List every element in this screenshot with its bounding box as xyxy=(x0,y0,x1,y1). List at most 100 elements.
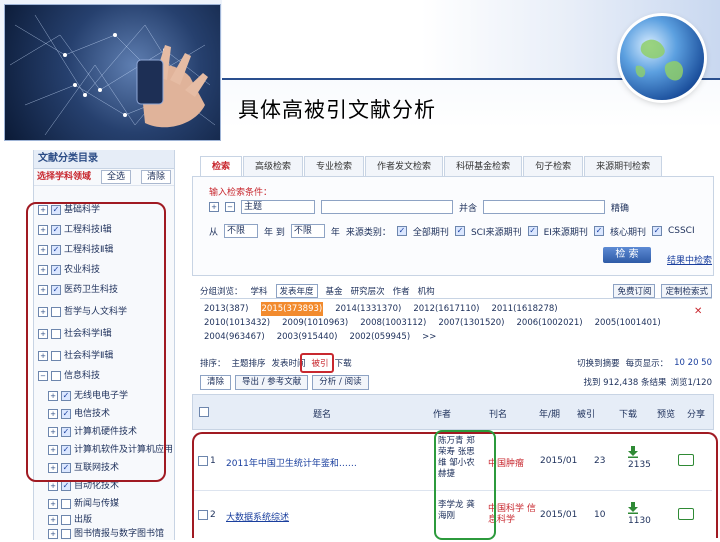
checkbox[interactable]: ✓ xyxy=(454,226,465,236)
add-row-icon[interactable]: + xyxy=(209,202,219,212)
year-row: 2010(1013432) 2009(1010963) 2008(1003112… xyxy=(204,316,704,330)
search-button[interactable]: 检 索 xyxy=(603,247,651,263)
clear-selection-button[interactable]: 清除 xyxy=(200,374,232,390)
checkbox[interactable]: ✓ xyxy=(527,226,538,236)
cited-sort-highlight xyxy=(300,353,334,373)
more-years-link[interactable]: >> xyxy=(422,330,436,344)
keyword-input[interactable] xyxy=(321,200,453,214)
header-journal[interactable]: 刊名 xyxy=(489,407,507,420)
header-share: 分享 xyxy=(687,410,706,420)
year-link[interactable]: 2003(915440) xyxy=(277,330,338,344)
results-table-header: 题名 作者 刊名 年/期 被引 下载 预览 分享 xyxy=(192,394,714,430)
from-label: 从 xyxy=(209,227,219,238)
source-option: 全部期刊 xyxy=(412,227,449,238)
sort-option[interactable]: 下载 xyxy=(335,357,352,369)
checkbox[interactable] xyxy=(61,515,71,525)
header-download[interactable]: 下载 xyxy=(619,407,637,420)
year-link[interactable]: 2013(387) xyxy=(204,302,249,316)
match-select[interactable]: 并含 xyxy=(459,201,477,214)
sidebar-subheading-row: 选择学科领域 全选 清除 xyxy=(34,169,174,186)
close-icon[interactable]: ✕ xyxy=(694,306,702,317)
year-link[interactable]: 2004(963467) xyxy=(204,330,265,344)
group-right-actions: 免费订阅 定制检索式 xyxy=(613,284,712,298)
checkbox[interactable]: ✓ xyxy=(61,481,71,491)
tab-author[interactable]: 作者发文检索 xyxy=(365,156,444,176)
year-link[interactable]: 2002(059945) xyxy=(349,330,410,344)
header-preview: 预览 xyxy=(657,410,676,420)
precision-select[interactable]: 精确 xyxy=(611,201,629,214)
to-year-select[interactable]: 不限 xyxy=(290,224,325,238)
group-browse-bar: 分组浏览： 学科 发表年度 基金 研究层次 作者 机构 免费订阅 定制检索式 xyxy=(200,284,712,299)
result-count: 找到 912,438 条结果 xyxy=(583,378,667,388)
year-link[interactable]: 2011(1618278) xyxy=(491,302,557,316)
select-all-checkbox[interactable] xyxy=(199,407,209,417)
year-row: 2004(963467) 2003(915440) 2002(059945) >… xyxy=(204,330,704,344)
tab-advanced[interactable]: 高级检索 xyxy=(243,156,304,176)
checkbox[interactable]: ✓ xyxy=(593,226,604,236)
slide-title: 具体高被引文献分析 xyxy=(238,98,436,122)
cnki-search-screenshot: 文献分类目录 选择学科领域 全选 清除 + ✓ 基础科学 + ✓ 工程科技Ⅰ辑 + ✓… xyxy=(26,150,720,540)
year-link[interactable]: 2010(1013432) xyxy=(204,316,270,330)
year-list: 2013(387) 2015(373893) 2014(1331370) 201… xyxy=(204,302,704,344)
source-label: 来源类别： xyxy=(345,227,391,238)
to-label: 年 到 xyxy=(264,227,285,238)
custom-query-button[interactable]: 定制检索式 xyxy=(661,284,712,298)
header-title[interactable]: 题名 xyxy=(313,407,331,420)
header-cited[interactable]: 被引 xyxy=(577,407,595,420)
year-link[interactable]: 2014(1331370) xyxy=(335,302,401,316)
expand-icon[interactable]: + xyxy=(48,515,58,525)
sort-option[interactable]: 主题排序 xyxy=(232,357,266,369)
header-author[interactable]: 作者 xyxy=(433,407,451,420)
search-panel: 输入检索条件： + − 主题 并含 精确 从 不限 年 到 不限 年 来源类别：… xyxy=(192,176,714,276)
from-year-select[interactable]: 不限 xyxy=(224,224,259,238)
sort-label: 排序： xyxy=(200,359,226,369)
analyze-button[interactable]: 分析 / 阅读 xyxy=(312,374,369,390)
group-item[interactable]: 作者 xyxy=(393,285,410,297)
checkbox[interactable] xyxy=(61,529,71,539)
checkbox[interactable] xyxy=(61,499,71,509)
export-button[interactable]: 导出 / 参考文献 xyxy=(235,374,309,390)
sort-bar: 排序： 主题排序 发表时间 被引 下载 切换到摘要 每页显示： 10 20 50 xyxy=(200,356,712,370)
group-item[interactable]: 机构 xyxy=(418,285,435,297)
year-link[interactable]: 2012(1617110) xyxy=(413,302,479,316)
per-page-options[interactable]: 10 20 50 xyxy=(674,358,712,368)
tab-fund[interactable]: 科研基金检索 xyxy=(444,156,523,176)
sidebar-subheading: 选择学科领域 xyxy=(37,172,92,182)
group-item[interactable]: 研究层次 xyxy=(351,285,385,297)
tab-professional[interactable]: 专业检索 xyxy=(304,156,365,176)
tab-source[interactable]: 来源期刊检索 xyxy=(584,156,663,176)
subcategory-item[interactable]: + 新闻与传媒 xyxy=(48,496,119,512)
year-link[interactable]: 2007(1301520) xyxy=(438,316,504,330)
source-option: SCI来源期刊 xyxy=(470,227,522,238)
tab-search[interactable]: 检索 xyxy=(200,156,243,176)
group-item-selected[interactable]: 发表年度 xyxy=(275,284,318,298)
year-link[interactable]: 2006(1002021) xyxy=(517,316,583,330)
expand-icon[interactable]: + xyxy=(48,529,58,539)
clear-button[interactable]: 清除 xyxy=(141,170,172,184)
tab-sentence[interactable]: 句子检索 xyxy=(523,156,584,176)
subcategory-label: 新闻与传媒 xyxy=(74,499,120,509)
search-condition-label: 输入检索条件： xyxy=(209,188,273,198)
select-all-button[interactable]: 全选 xyxy=(101,170,132,184)
per-page-label: 每页显示： xyxy=(625,359,669,369)
source-option: CSSCI xyxy=(667,226,695,236)
remove-row-icon[interactable]: − xyxy=(225,202,235,212)
subscribe-button[interactable]: 免费订阅 xyxy=(613,284,656,298)
year-link[interactable]: 2005(1001401) xyxy=(595,316,661,330)
group-item[interactable]: 学科 xyxy=(251,285,268,297)
year-link[interactable]: 2009(1010963) xyxy=(282,316,348,330)
group-label: 分组浏览： xyxy=(200,287,243,297)
expand-icon[interactable]: + xyxy=(48,481,58,491)
year-link-selected[interactable]: 2015(373893) xyxy=(260,302,324,316)
field-select[interactable]: 主题 xyxy=(241,200,315,214)
keyword-input-2[interactable] xyxy=(483,200,606,214)
group-item[interactable]: 基金 xyxy=(326,285,343,297)
switch-abstract-link[interactable]: 切换到摘要 xyxy=(577,357,620,369)
expand-icon[interactable]: + xyxy=(48,499,58,509)
checkbox[interactable]: ✓ xyxy=(651,226,662,236)
year-link[interactable]: 2008(1003112) xyxy=(360,316,426,330)
category-highlight-box xyxy=(26,202,166,482)
checkbox[interactable]: ✓ xyxy=(396,226,407,236)
header-year[interactable]: 年/期 xyxy=(539,407,560,420)
search-in-results-link[interactable]: 结果中检索 xyxy=(667,253,712,266)
